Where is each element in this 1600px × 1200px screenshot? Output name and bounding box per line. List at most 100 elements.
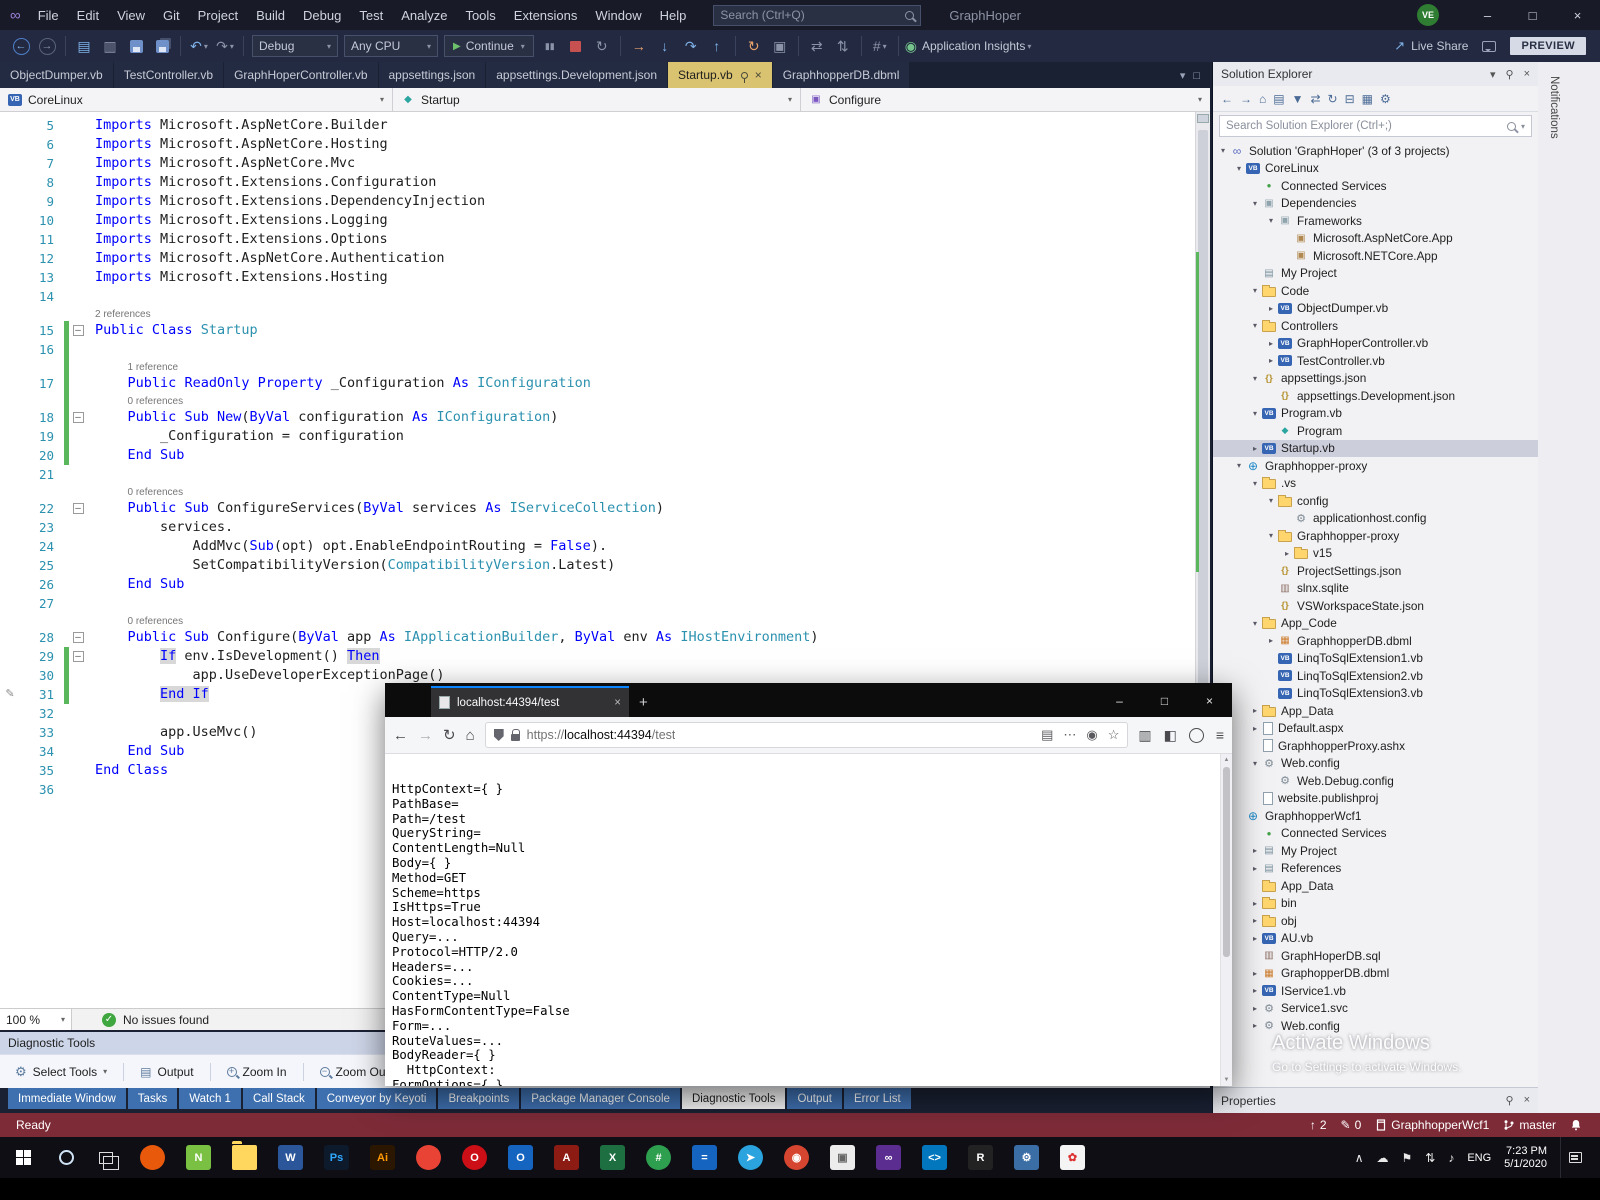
tree-item[interactable]: ▾ Controllers xyxy=(1213,317,1538,335)
expander-open-icon[interactable]: ▾ xyxy=(1265,531,1277,540)
expander-open-icon[interactable]: ▾ xyxy=(1249,619,1261,628)
taskbar-instagram-icon[interactable]: ◉ xyxy=(784,1145,809,1170)
firefox-close-button[interactable]: × xyxy=(1187,685,1232,717)
updown-arrows-icon[interactable]: ⇅ xyxy=(831,34,855,58)
user-avatar[interactable]: VE xyxy=(1417,4,1439,26)
se-collapse-all-icon[interactable]: ⊟ xyxy=(1345,92,1355,106)
window-minimize-button[interactable]: – xyxy=(1465,0,1510,30)
application-insights-dropdown[interactable]: ◉ Application Insights ▾ xyxy=(905,34,1032,58)
bottom-tab-package-manager-console[interactable]: Package Manager Console xyxy=(521,1088,680,1109)
diag-zoom-in-button[interactable]: + Zoom In xyxy=(218,1060,296,1084)
save-icon[interactable] xyxy=(124,34,148,58)
new-file-icon[interactable]: ▤ xyxy=(72,34,96,58)
expander-open-icon[interactable]: ▾ xyxy=(1217,146,1229,155)
type-dropdown[interactable]: ◆ Startup ▾ xyxy=(393,88,801,111)
bottom-tab-error-list[interactable]: Error List xyxy=(844,1088,911,1109)
menu-test[interactable]: Test xyxy=(350,0,392,30)
taskbar-sharpdevelop-icon[interactable]: # xyxy=(646,1145,671,1170)
taskbar-word-icon[interactable]: W xyxy=(278,1145,303,1170)
cortana-search-button[interactable] xyxy=(46,1150,86,1165)
snapshot-icon[interactable]: ▣ xyxy=(768,34,792,58)
menu-tools[interactable]: Tools xyxy=(456,0,504,30)
tree-item[interactable]: ▸ ▤ References xyxy=(1213,860,1538,878)
se-back-icon[interactable]: ← xyxy=(1221,92,1233,106)
taskbar-file-explorer-icon[interactable] xyxy=(232,1141,257,1170)
account-icon[interactable] xyxy=(1188,727,1204,743)
sidebar-icon[interactable]: ◧ xyxy=(1164,727,1177,744)
firefox-maximize-button[interactable]: □ xyxy=(1142,685,1187,717)
bottom-tab-watch-1[interactable]: Watch 1 xyxy=(179,1088,241,1109)
se-switch-views-icon[interactable]: ▤ xyxy=(1273,92,1284,106)
collapse-region-icon[interactable]: – xyxy=(72,503,84,514)
restart-icon[interactable]: ↻ xyxy=(590,34,614,58)
start-button[interactable] xyxy=(0,1137,46,1178)
pin-icon[interactable]: ⚲ xyxy=(1506,68,1514,81)
scrollbar-up-icon[interactable]: ▲ xyxy=(1221,754,1232,766)
tree-item[interactable]: ▣ Microsoft.AspNetCore.App xyxy=(1213,230,1538,248)
tree-item[interactable]: ● Connected Services xyxy=(1213,825,1538,843)
menu-view[interactable]: View xyxy=(108,0,154,30)
tree-item[interactable]: ▾ .vs xyxy=(1213,475,1538,493)
tree-item[interactable]: website.publishproj xyxy=(1213,790,1538,808)
taskbar-vscode-icon[interactable]: <> xyxy=(922,1145,947,1170)
expander-open-icon[interactable]: ▾ xyxy=(1265,216,1277,225)
bottom-tab-output[interactable]: Output xyxy=(787,1088,842,1109)
expander-open-icon[interactable]: ▾ xyxy=(1249,199,1261,208)
taskbar-calculator-icon[interactable]: = xyxy=(692,1145,717,1170)
taskbar-notepad-plus-plus-icon[interactable]: N xyxy=(186,1145,211,1170)
se-forward-icon[interactable]: → xyxy=(1240,92,1252,106)
tree-item[interactable]: ▾ ∞ Solution 'GraphHoper' (3 of 3 projects… xyxy=(1213,142,1538,160)
tree-item[interactable]: {} appsettings.Development.json xyxy=(1213,387,1538,405)
expander-closed-icon[interactable]: ▸ xyxy=(1249,1004,1261,1013)
new-tab-button[interactable]: + xyxy=(639,694,648,711)
tab-objectdumper-vb[interactable]: ObjectDumper.vb xyxy=(0,62,113,88)
expander-closed-icon[interactable]: ▸ xyxy=(1265,356,1277,365)
tree-item[interactable]: ▸ bin xyxy=(1213,895,1538,913)
se-pending-filter-icon[interactable]: ▼ xyxy=(1292,92,1304,106)
tree-item[interactable]: ▥ GraphHoperDB.sql xyxy=(1213,947,1538,965)
expander-open-icon[interactable]: ▾ xyxy=(1265,496,1277,505)
menu-debug[interactable]: Debug xyxy=(294,0,350,30)
taskbar-chrome-icon[interactable] xyxy=(416,1145,441,1170)
pin-icon[interactable]: ⚲ xyxy=(1506,1094,1514,1107)
stop-icon[interactable] xyxy=(564,34,588,58)
menu-help[interactable]: Help xyxy=(651,0,696,30)
show-next-statement-icon[interactable]: → xyxy=(627,34,651,58)
tree-item[interactable]: ▸ ▦ GraphopperDB.dbml xyxy=(1213,965,1538,983)
codelens-references[interactable]: 0 references xyxy=(95,614,184,628)
save-to-pocket-icon[interactable]: ◉ xyxy=(1086,727,1097,743)
taskbar-photoshop-icon[interactable]: Ps xyxy=(324,1145,349,1170)
collapse-region-icon[interactable]: – xyxy=(72,651,84,662)
tree-item[interactable]: ◆ Program xyxy=(1213,422,1538,440)
tracking-shield-icon[interactable] xyxy=(493,729,504,741)
bottom-tab-diagnostic-tools[interactable]: Diagnostic Tools xyxy=(681,1088,786,1109)
expander-open-icon[interactable]: ▾ xyxy=(1233,461,1245,470)
taskbar-settings-icon[interactable]: ⚙ xyxy=(1014,1145,1039,1170)
window-position-icon[interactable]: ▾ xyxy=(1490,68,1496,81)
clock[interactable]: 7:23 PM 5/1/2020 xyxy=(1504,1145,1547,1171)
network-icon[interactable]: ⇅ xyxy=(1425,1151,1435,1165)
bookmark-star-icon[interactable]: ☆ xyxy=(1108,727,1120,743)
expander-closed-icon[interactable]: ▸ xyxy=(1249,1021,1261,1030)
hot-reload-icon[interactable]: ↻ xyxy=(742,34,766,58)
se-properties-icon[interactable]: ⚙ xyxy=(1380,92,1391,106)
collapse-region-icon[interactable]: – xyxy=(72,325,84,336)
expander-closed-icon[interactable]: ▸ xyxy=(1249,864,1261,873)
tree-item[interactable]: ▾ {} appsettings.json xyxy=(1213,370,1538,388)
tree-item[interactable]: ▾ VB Program.vb xyxy=(1213,405,1538,423)
pending-edits-button[interactable]: ✎ 0 xyxy=(1341,1118,1362,1132)
member-dropdown[interactable]: ▣ Configure ▾ xyxy=(801,88,1210,111)
menu-analyze[interactable]: Analyze xyxy=(392,0,456,30)
reload-button[interactable]: ↻ xyxy=(443,726,456,744)
codelens-references[interactable]: 0 references xyxy=(95,485,184,499)
tree-item[interactable]: ⚙ applicationhost.config xyxy=(1213,510,1538,528)
tree-item[interactable]: VB LinqToSqlExtension2.vb xyxy=(1213,667,1538,685)
window-maximize-button[interactable]: □ xyxy=(1510,0,1555,30)
taskbar-paint-icon[interactable]: ✿ xyxy=(1060,1145,1085,1170)
tree-item[interactable]: ▥ slnx.sqlite xyxy=(1213,580,1538,598)
library-icon[interactable]: ▥ xyxy=(1138,727,1151,744)
expander-closed-icon[interactable]: ▸ xyxy=(1249,934,1261,943)
tree-item[interactable]: ▸ obj xyxy=(1213,912,1538,930)
taskbar-rider-icon[interactable]: R xyxy=(968,1145,993,1170)
tree-item[interactable]: ▾ ⚙ Web.config xyxy=(1213,755,1538,773)
